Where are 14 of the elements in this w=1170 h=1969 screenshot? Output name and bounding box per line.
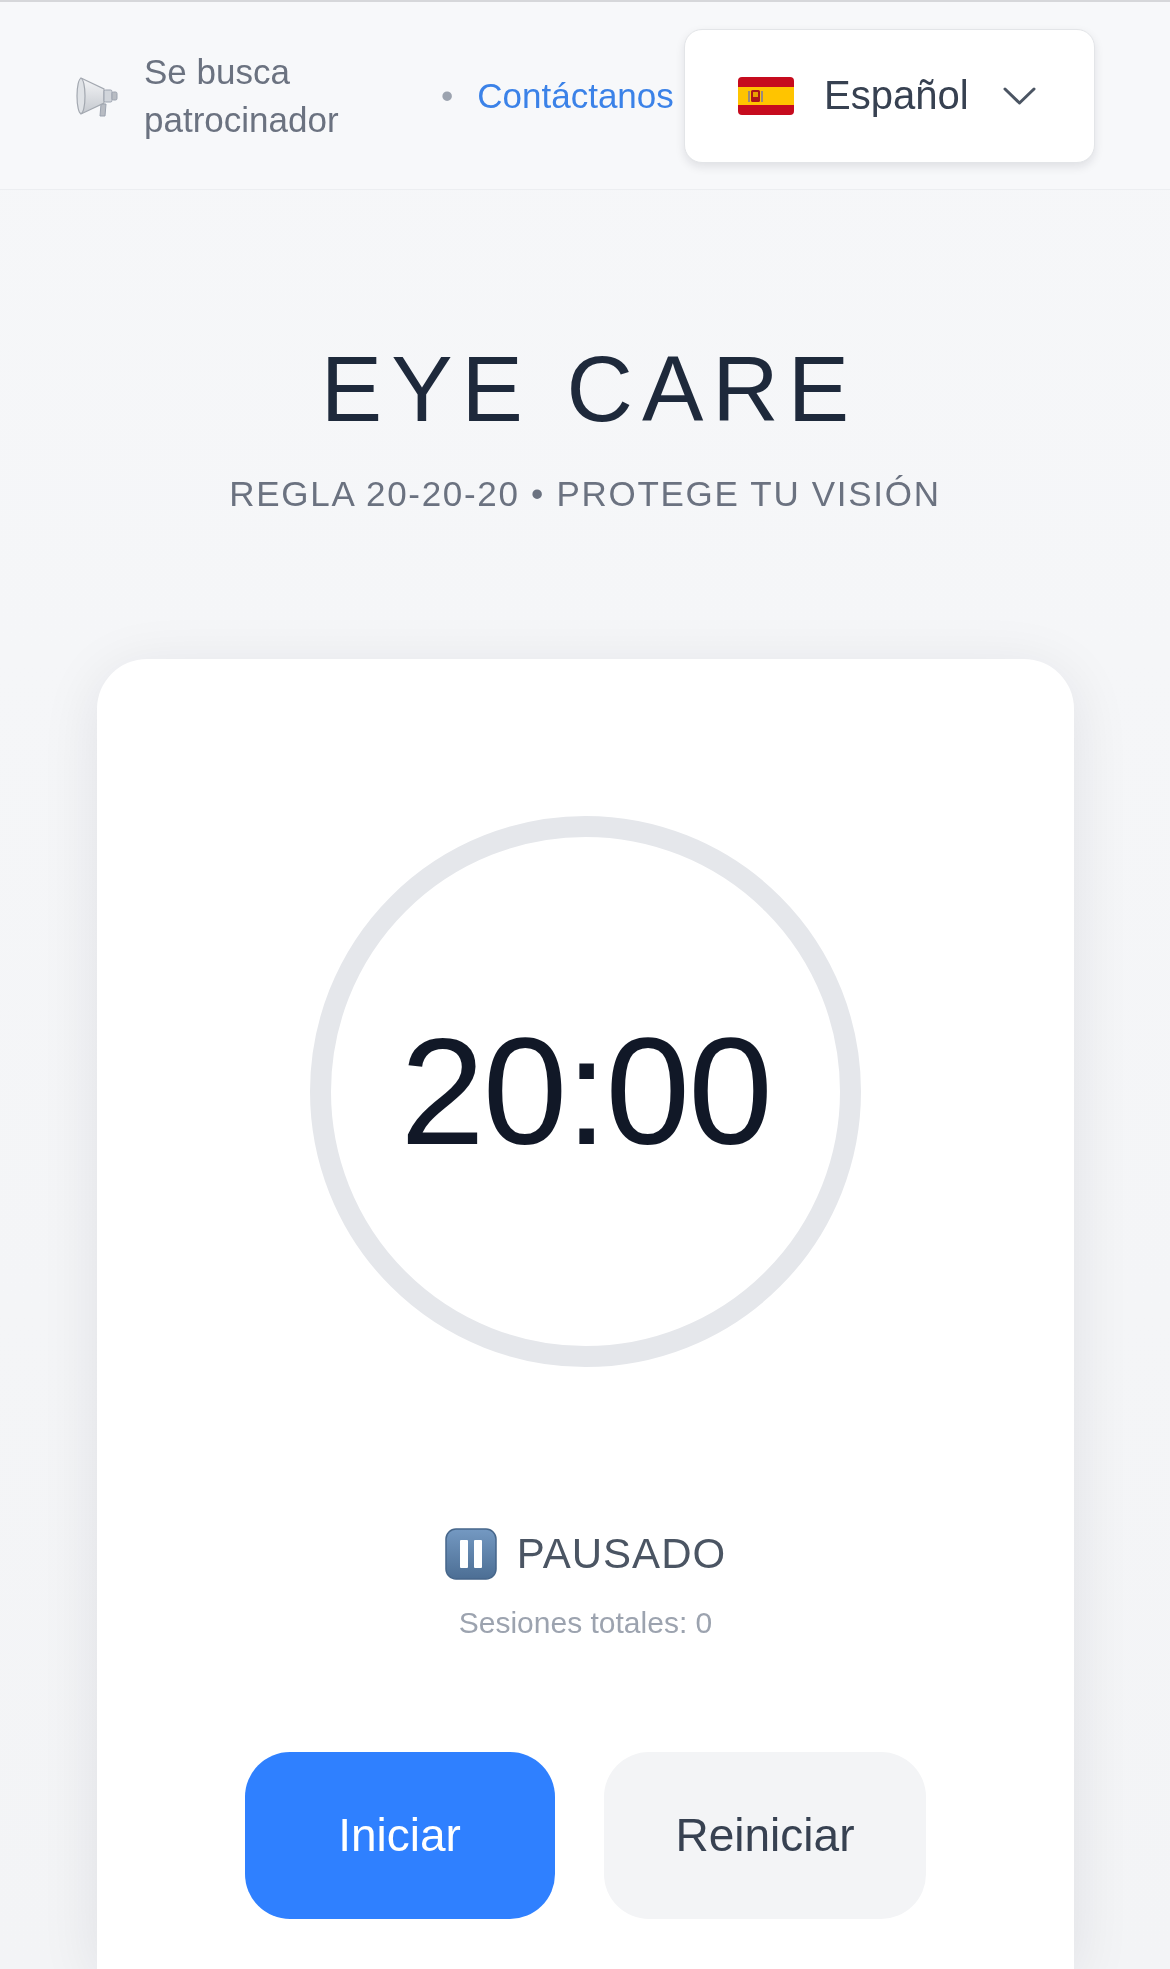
session-count: Sesiones totales: 0 <box>458 1604 713 1641</box>
contact-link[interactable]: Contáctanos <box>477 75 674 116</box>
timer-display: 20:00 <box>400 1004 771 1178</box>
pause-icon <box>444 1527 497 1580</box>
sponsor-text: Se busca patrocinador <box>144 50 340 141</box>
caret-icon <box>1002 86 1036 105</box>
language-select[interactable]: Español <box>684 28 1095 163</box>
status-label: PAUSADO <box>516 1529 727 1578</box>
reset-button[interactable]: Reiniciar <box>603 1751 927 1919</box>
start-button[interactable]: Iniciar <box>244 1751 555 1919</box>
app-subtitle: REGLA 20-20-20 • PROTEGE TU VISIÓN <box>228 472 942 515</box>
flag-icon <box>738 76 794 115</box>
separator-dot: • <box>441 75 454 116</box>
app-title: EYE CARE <box>319 337 860 442</box>
